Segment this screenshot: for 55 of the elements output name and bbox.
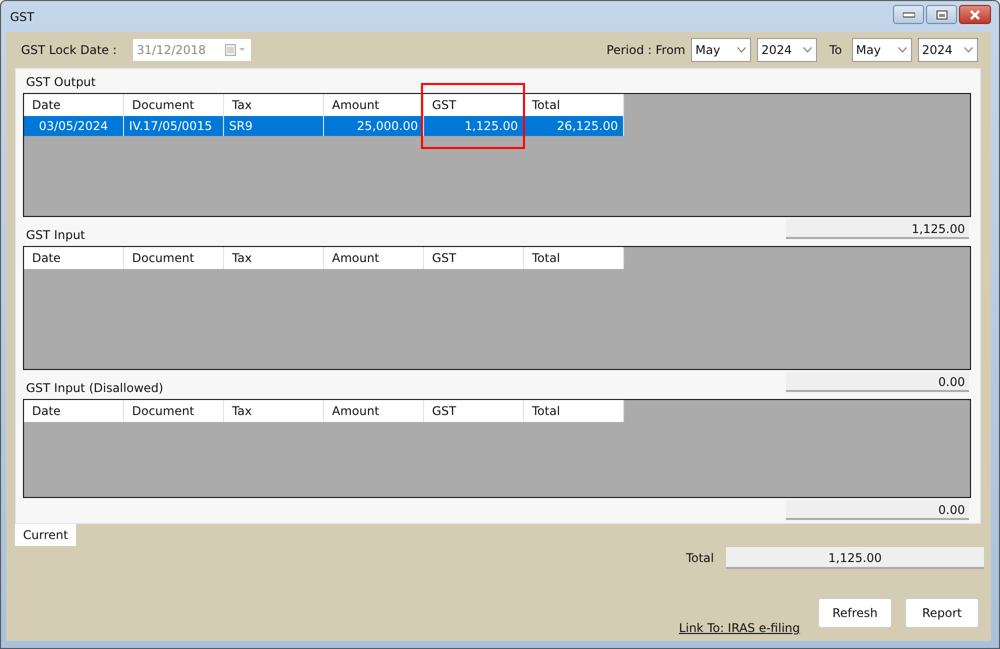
total-field: 1,125.00 (786, 219, 969, 239)
table-cell[interactable]: 25,000.00 (324, 116, 424, 136)
section-title: GST Input (Disallowed) (25, 380, 164, 397)
column-header[interactable]: Document (124, 247, 224, 269)
close-button[interactable] (959, 5, 991, 24)
maximize-button[interactable] (926, 5, 957, 24)
action-button[interactable]: Refresh (818, 598, 892, 628)
dropdown[interactable]: 2024 (757, 38, 818, 62)
dropdown[interactable]: 2024 (918, 38, 978, 62)
efiling-link[interactable]: Link To: IRAS e-filing (678, 621, 800, 635)
chevron-icon (964, 47, 973, 53)
column-header[interactable]: Date (24, 94, 124, 116)
table-cell[interactable]: 26,125.00 (524, 116, 624, 136)
total-label: Total (686, 551, 714, 565)
field-label: To (829, 43, 842, 57)
chevron-icon (737, 47, 746, 53)
column-header[interactable]: GST (424, 400, 524, 422)
table-cell[interactable]: SR9 (224, 116, 324, 136)
column-header[interactable]: Tax (224, 247, 324, 269)
total-field: 0.00 (786, 372, 969, 392)
column-header[interactable]: Document (124, 400, 224, 422)
column-header[interactable]: Amount (324, 247, 424, 269)
column-header[interactable]: Amount (324, 94, 424, 116)
column-header[interactable]: Amount (324, 400, 424, 422)
column-header[interactable]: Date (24, 400, 124, 422)
total-field: 1,125.00 (726, 547, 984, 569)
minimize-button[interactable] (893, 5, 924, 24)
dropdown[interactable]: May (852, 38, 912, 62)
table-cell[interactable]: 1,125.00 (424, 116, 524, 136)
field-label: Period : From (606, 43, 686, 57)
dropdown[interactable]: May (691, 38, 752, 62)
table-cell[interactable]: 03/05/2024 (24, 116, 124, 136)
close-icon (969, 10, 981, 20)
tab[interactable]: Current (15, 524, 76, 546)
total-field: 0.00 (786, 500, 969, 520)
column-header[interactable]: GST (424, 94, 524, 116)
column-header[interactable]: Tax (224, 400, 324, 422)
column-header[interactable]: Tax (224, 94, 324, 116)
column-header[interactable]: GST (424, 247, 524, 269)
column-header[interactable]: Total (524, 400, 624, 422)
chevron-icon (803, 47, 812, 53)
column-header[interactable]: Date (24, 247, 124, 269)
column-header[interactable]: Total (524, 247, 624, 269)
action-button[interactable]: Report (905, 598, 979, 628)
calendar-icon (224, 44, 247, 56)
maximize-icon (936, 10, 948, 20)
column-header[interactable]: Document (124, 94, 224, 116)
table-cell[interactable]: IV.17/05/0015 (124, 116, 224, 136)
field-label: GST Lock Date : (21, 43, 117, 57)
window-title: GST (10, 10, 34, 24)
column-header[interactable]: Total (524, 94, 624, 116)
chevron-icon (898, 47, 907, 53)
section-title: GST Output (25, 74, 96, 91)
section-title: GST Input (25, 227, 86, 244)
minimize-icon (902, 12, 914, 18)
